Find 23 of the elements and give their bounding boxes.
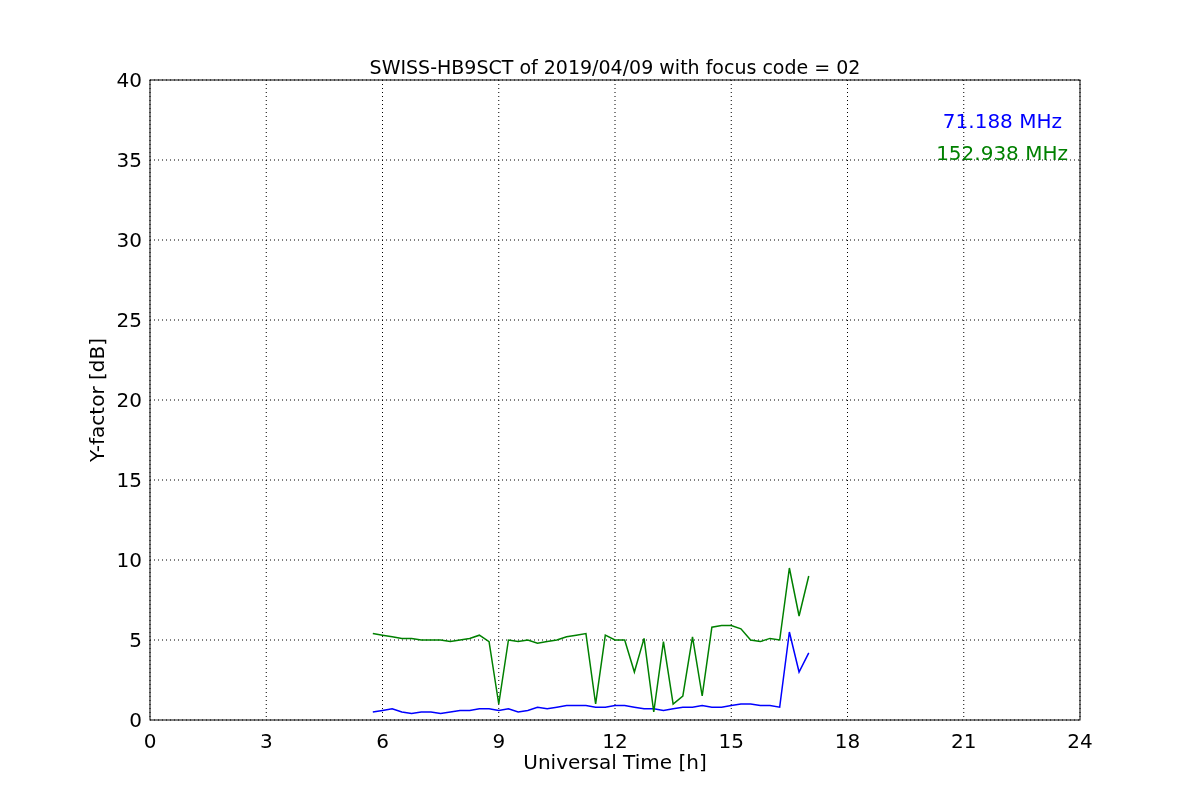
x-tick-label: 24: [1067, 729, 1093, 753]
y-tick-label: 40: [116, 68, 142, 92]
x-axis-label: Universal Time [h]: [523, 750, 707, 774]
y-tick-label: 30: [116, 228, 142, 252]
y-tick-label: 25: [116, 308, 142, 332]
x-tick-label: 18: [834, 729, 861, 753]
x-tick-label: 6: [376, 729, 389, 753]
y-tick-label: 5: [129, 628, 142, 652]
legend-label: 71.188 MHz: [942, 109, 1062, 133]
y-tick-label: 0: [129, 708, 142, 732]
y-tick-label: 10: [116, 548, 142, 572]
y-axis-label: Y-factor [dB]: [85, 338, 109, 462]
y-tick-label: 35: [116, 148, 142, 172]
x-tick-label: 3: [259, 729, 273, 753]
x-tick-label: 0: [143, 729, 157, 753]
x-tick-label: 12: [602, 729, 628, 753]
y-tick-label: 15: [116, 468, 142, 492]
chart-title: SWISS-HB9SCT of 2019/04/09 with focus code = 02: [369, 56, 861, 78]
y-tick-label: 20: [116, 388, 142, 412]
x-tick-label: 9: [492, 729, 506, 753]
x-tick-label: 21: [951, 729, 977, 753]
x-tick-label: 15: [718, 729, 744, 753]
legend-label: 152.938 MHz: [936, 141, 1068, 165]
